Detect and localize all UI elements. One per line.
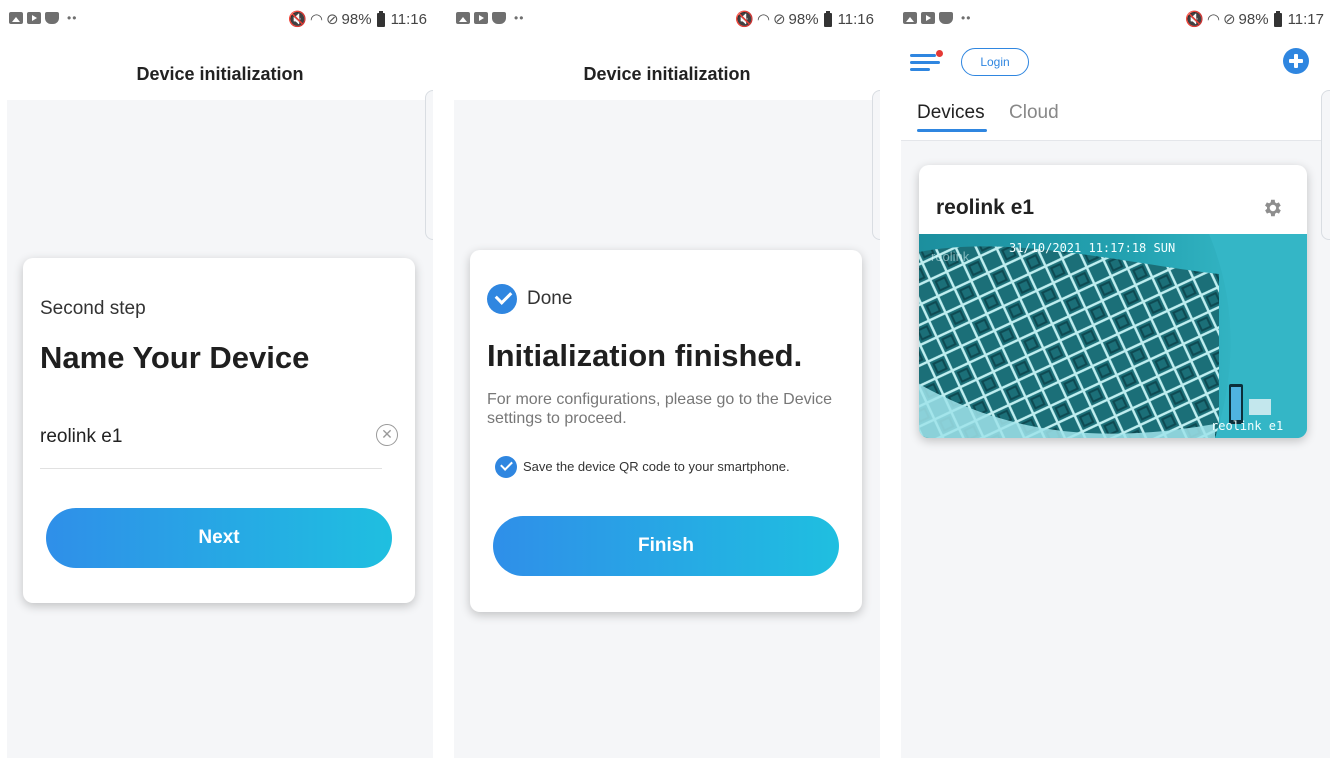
input-underline xyxy=(40,468,382,469)
login-button[interactable]: Login xyxy=(961,48,1029,76)
clear-icon[interactable]: ✕ xyxy=(376,424,398,446)
status-bar: •• 🔇 ◠ ⊘ 98% 11:17 xyxy=(901,8,1330,34)
gallery-icon xyxy=(9,12,23,24)
step-label: Second step xyxy=(40,298,146,319)
battery-percent: 98% xyxy=(788,10,819,28)
more-notifications-icon: •• xyxy=(514,11,525,25)
shield-icon xyxy=(45,12,59,24)
device-name-input[interactable]: reolink e1 xyxy=(40,426,122,448)
next-button[interactable]: Next xyxy=(46,508,392,568)
no-disturb-icon: ⊘ xyxy=(1222,11,1236,28)
tab-cloud[interactable]: Cloud xyxy=(1009,102,1059,124)
screen-name-device: •• 🔇 ◠ ⊘ 98% 11:16 Device initialization… xyxy=(7,0,433,758)
device-card[interactable]: reolink e1 31/10/2021 11:17:18 SUN reoli… xyxy=(919,165,1307,438)
youtube-icon xyxy=(27,12,41,24)
device-name: reolink e1 xyxy=(936,196,1035,219)
settings-gear-icon[interactable] xyxy=(1261,197,1283,219)
youtube-icon xyxy=(921,12,935,24)
clock: 11:17 xyxy=(1287,10,1324,28)
page-title: Device initialization xyxy=(136,64,304,84)
notification-dot xyxy=(936,50,943,57)
no-disturb-icon: ⊘ xyxy=(772,11,786,28)
camera-label-overlay: reolink e1 xyxy=(1211,419,1283,433)
youtube-icon xyxy=(474,12,488,24)
shield-icon xyxy=(492,12,506,24)
card-heading: Initialization finished. xyxy=(487,338,803,373)
clock: 11:16 xyxy=(390,10,427,28)
battery-icon xyxy=(1273,11,1282,27)
watermark-logo: reolink xyxy=(931,249,970,264)
mute-icon: 🔇 xyxy=(1185,11,1204,28)
init-finished-card: Done Initialization finished. For more c… xyxy=(470,250,862,612)
tab-bar: Devices Cloud xyxy=(901,98,1330,141)
screen-init-finished: •• 🔇 ◠ ⊘ 98% 11:16 Device initialization… xyxy=(454,0,880,758)
timestamp-overlay: 31/10/2021 11:17:18 SUN xyxy=(1009,241,1175,255)
battery-icon xyxy=(823,11,832,27)
card-description: For more configurations, please go to th… xyxy=(487,391,833,427)
card-heading: Name Your Device xyxy=(40,340,310,375)
add-device-icon[interactable] xyxy=(1283,48,1309,74)
page-title: Device initialization xyxy=(583,64,751,84)
shield-icon xyxy=(939,12,953,24)
save-qr-checkbox[interactable] xyxy=(495,456,517,478)
name-device-card: Second step Name Your Device reolink e1 … xyxy=(23,258,415,603)
wifi-icon: ◠ xyxy=(1206,11,1220,28)
camera-preview[interactable]: 31/10/2021 11:17:18 SUN reolink reolink … xyxy=(919,234,1307,438)
more-notifications-icon: •• xyxy=(67,11,78,25)
check-icon xyxy=(487,284,517,314)
battery-icon xyxy=(376,11,385,27)
wifi-icon: ◠ xyxy=(309,11,323,28)
background-card-edge xyxy=(425,90,433,240)
more-notifications-icon: •• xyxy=(961,11,972,25)
screen-device-list: •• 🔇 ◠ ⊘ 98% 11:17 Login Devices Cloud r… xyxy=(901,0,1330,758)
gallery-icon xyxy=(903,12,917,24)
background-card-edge xyxy=(872,90,880,240)
tab-devices[interactable]: Devices xyxy=(917,102,985,124)
save-qr-label[interactable]: Save the device QR code to your smartpho… xyxy=(523,459,790,474)
battery-percent: 98% xyxy=(341,10,372,28)
status-bar: •• 🔇 ◠ ⊘ 98% 11:16 xyxy=(7,8,433,34)
background-card-edge xyxy=(1321,90,1330,240)
done-label: Done xyxy=(527,288,573,309)
finish-button[interactable]: Finish xyxy=(493,516,839,576)
status-bar: •• 🔇 ◠ ⊘ 98% 11:16 xyxy=(454,8,880,34)
mute-icon: 🔇 xyxy=(735,11,754,28)
no-disturb-icon: ⊘ xyxy=(325,11,339,28)
menu-icon[interactable] xyxy=(910,50,943,72)
wifi-icon: ◠ xyxy=(756,11,770,28)
clock: 11:16 xyxy=(837,10,874,28)
gallery-icon xyxy=(456,12,470,24)
mute-icon: 🔇 xyxy=(288,11,307,28)
active-tab-indicator xyxy=(917,129,987,132)
battery-percent: 98% xyxy=(1238,10,1269,28)
